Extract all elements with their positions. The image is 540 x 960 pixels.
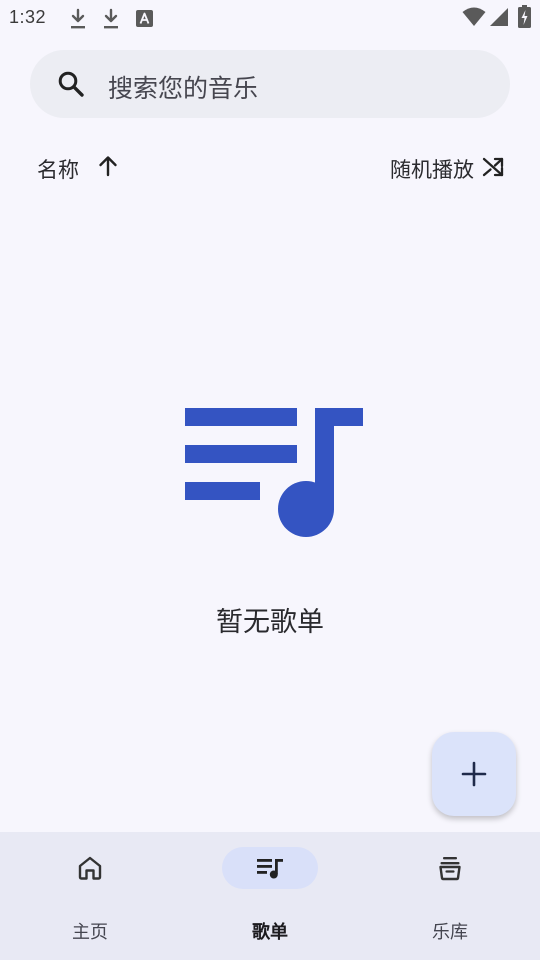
- playlist-icon: [257, 859, 283, 879]
- sort-row: 名称 随机播放: [0, 148, 540, 188]
- shuffle-icon[interactable]: [481, 156, 505, 178]
- playlist-music-icon: [185, 408, 363, 537]
- home-icon: [78, 856, 102, 880]
- download-icon: [71, 8, 85, 29]
- wifi-icon: [462, 7, 486, 26]
- status-time: 1:32: [9, 7, 47, 27]
- nav-label-playlists: 歌单: [252, 922, 288, 943]
- arrow-up-icon[interactable]: [98, 155, 118, 177]
- nav-item-library[interactable]: 乐库: [360, 832, 540, 960]
- search-icon: [58, 71, 84, 97]
- nav-item-home[interactable]: 主页: [0, 832, 180, 960]
- search-bar[interactable]: 搜索您的音乐: [30, 50, 510, 118]
- shuffle-play-button[interactable]: 随机播放: [390, 154, 474, 184]
- download-icon: [104, 8, 118, 29]
- sort-by-name-button[interactable]: 名称: [37, 154, 79, 184]
- font-a-icon: [136, 10, 153, 27]
- add-icon: [461, 761, 487, 787]
- nav-item-playlists[interactable]: 歌单: [180, 832, 360, 960]
- nav-label-library: 乐库: [432, 922, 468, 943]
- cellular-signal-icon: [490, 8, 508, 26]
- bottom-navigation: 主页 歌单 乐库: [0, 832, 540, 960]
- empty-state-text: 暂无歌单: [216, 607, 324, 638]
- library-icon: [439, 857, 461, 881]
- search-placeholder: 搜索您的音乐: [108, 74, 259, 103]
- battery-charging-icon: [518, 5, 531, 28]
- nav-label-home: 主页: [72, 922, 108, 943]
- status-bar: 1:32: [0, 0, 540, 36]
- add-playlist-button[interactable]: [432, 732, 516, 816]
